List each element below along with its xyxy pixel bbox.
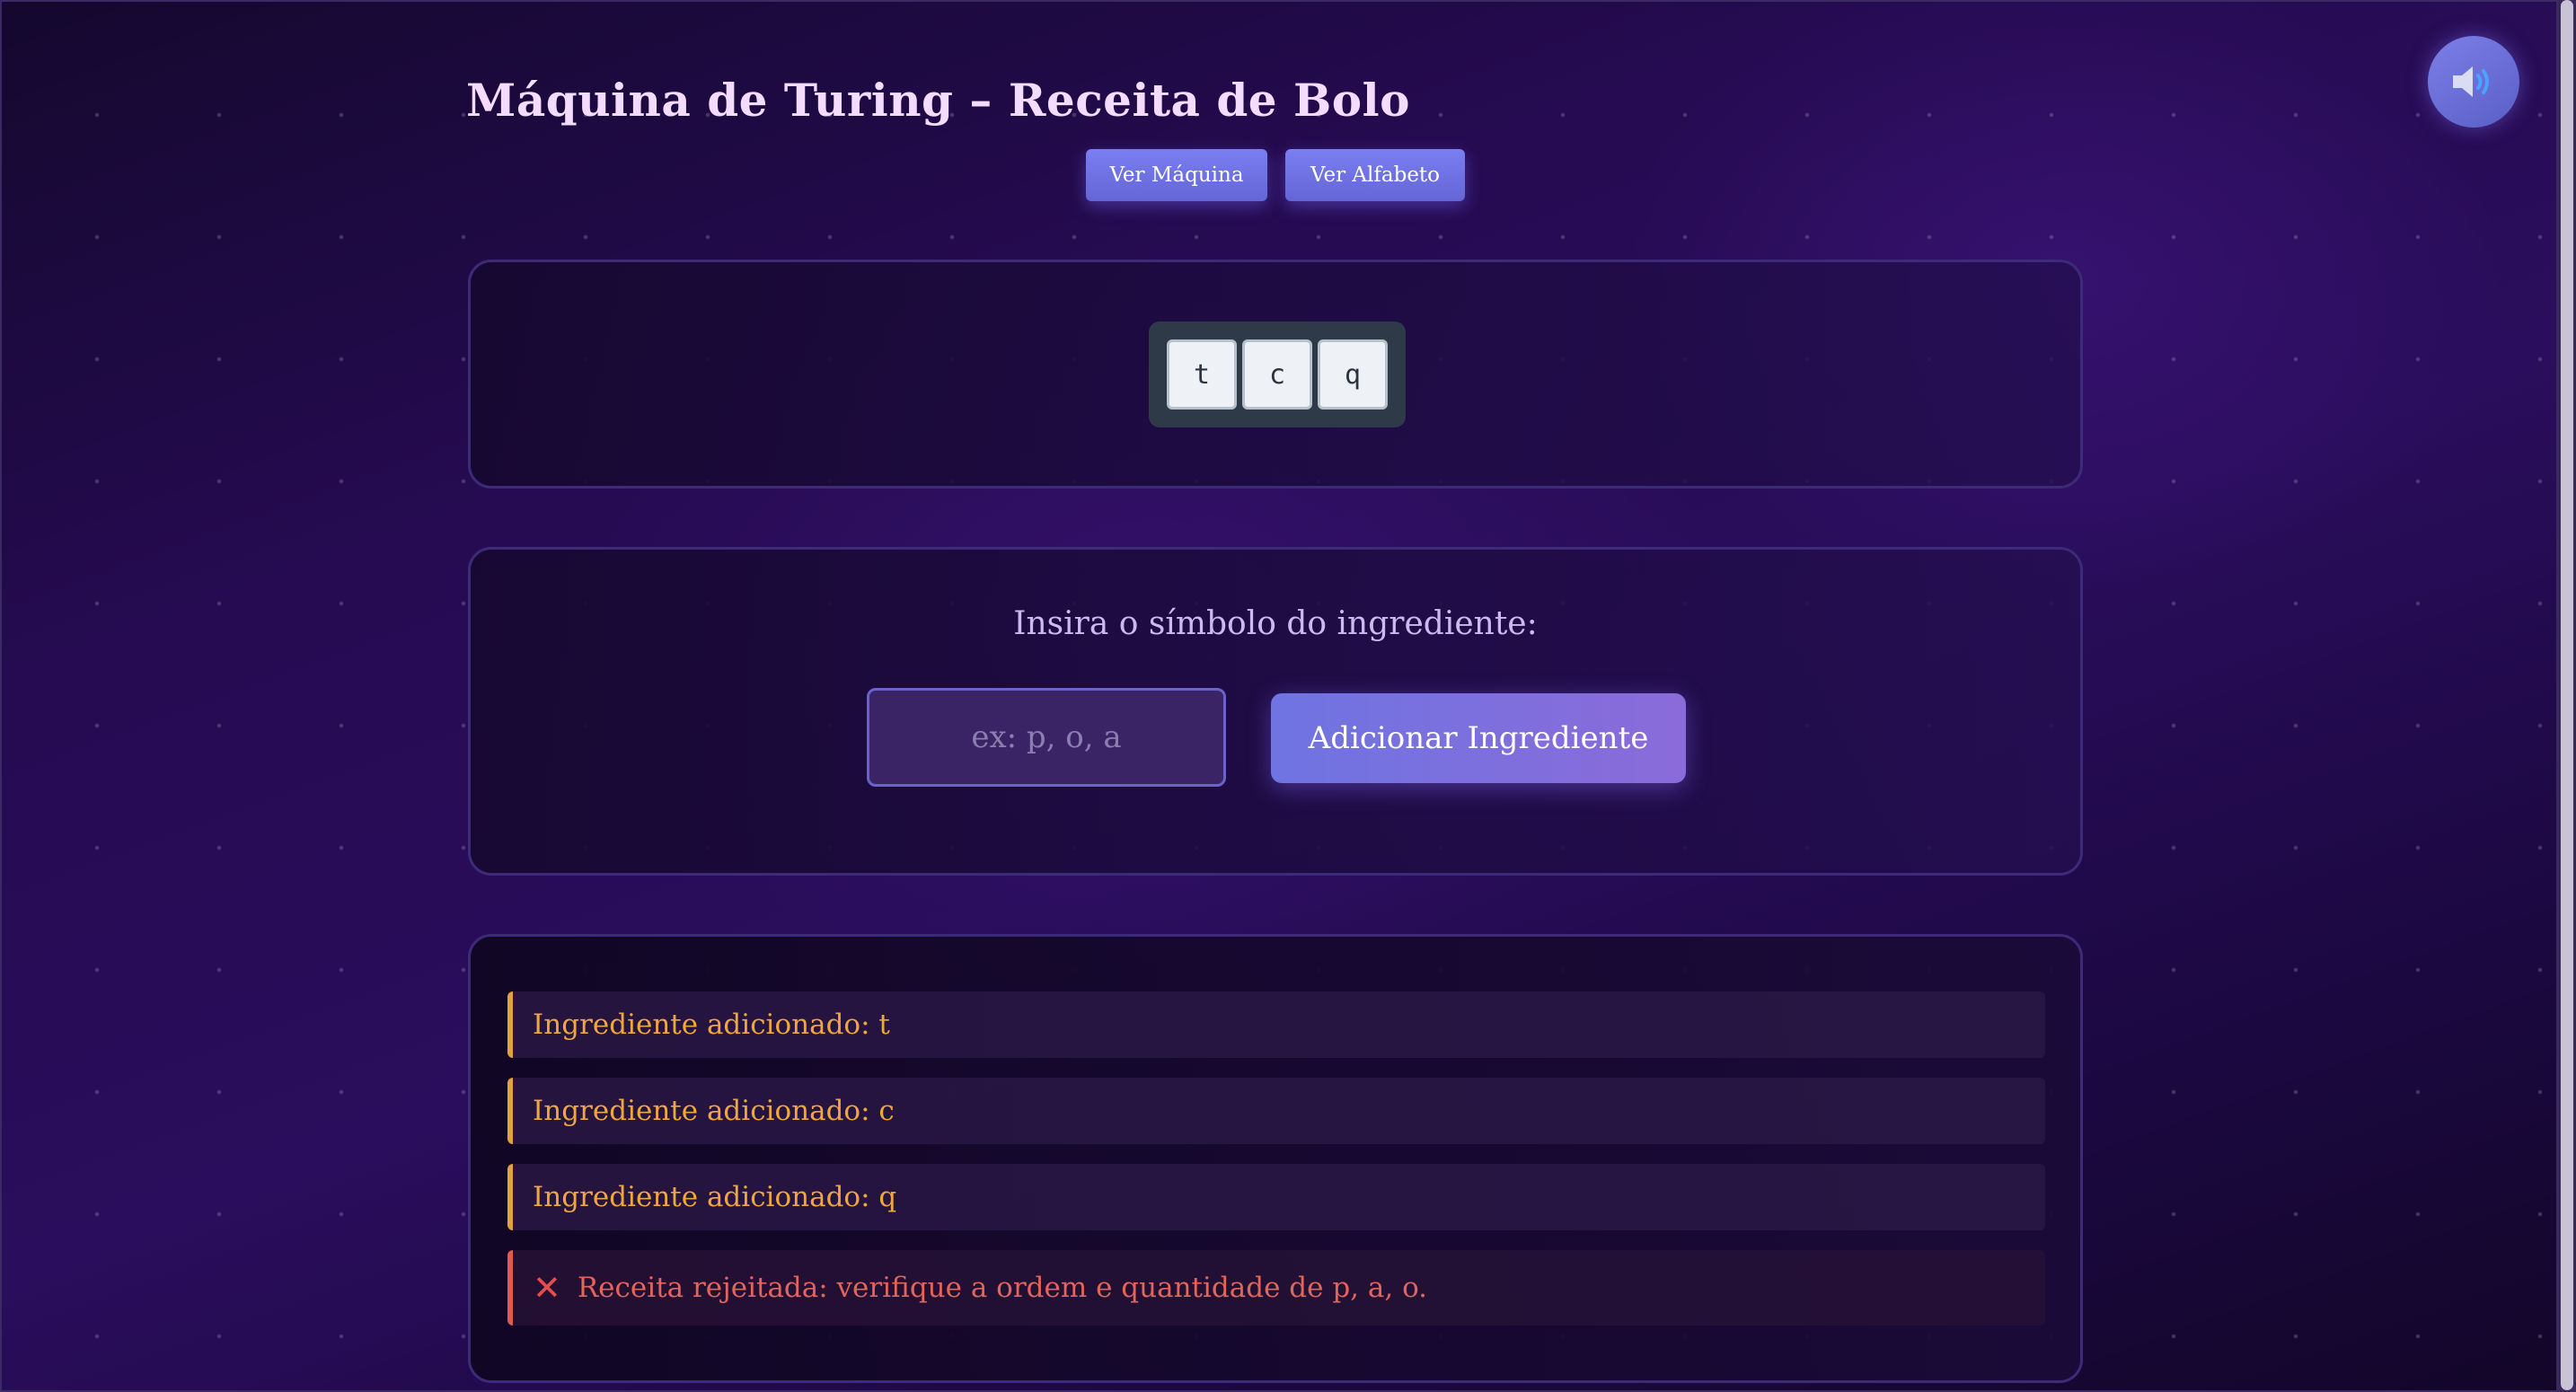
log-panel: Ingrediente adicionado: t Ingrediente ad… <box>468 934 2083 1383</box>
vertical-scrollbar[interactable] <box>2556 0 2576 1392</box>
ingredient-symbol-input[interactable] <box>867 688 1226 787</box>
log-entry: Ingrediente adicionado: c <box>507 1078 2045 1144</box>
add-ingredient-button[interactable]: Adicionar Ingrediente <box>1271 693 1686 783</box>
view-alphabet-button[interactable]: Ver Alfabeto <box>1285 149 1465 201</box>
sound-toggle-button[interactable] <box>2428 36 2519 128</box>
log-entry: Ingrediente adicionado: q <box>507 1164 2045 1230</box>
page-title: Máquina de Turing – Receita de Bolo <box>466 74 1410 127</box>
tape-cell: t <box>1167 339 1237 410</box>
tape-cell: q <box>1318 339 1388 410</box>
input-panel: Insira o símbolo do ingrediente: Adicion… <box>468 547 2083 876</box>
speaker-icon <box>2453 66 2489 97</box>
ingredient-prompt: Insira o símbolo do ingrediente: <box>1013 605 1538 642</box>
scrollbar-thumb[interactable] <box>2561 0 2573 1390</box>
tape-panel: t c q <box>468 260 2083 489</box>
error-message: Receita rejeitada: verifique a ordem e q… <box>577 1272 1428 1304</box>
turing-tape: t c q <box>1149 322 1406 427</box>
log-entry-error: ✕ Receita rejeitada: verifique a ordem e… <box>507 1250 2045 1326</box>
tape-cell: c <box>1242 339 1312 410</box>
view-machine-button[interactable]: Ver Máquina <box>1086 149 1267 201</box>
log-entry: Ingrediente adicionado: t <box>507 991 2045 1058</box>
x-mark-icon: ✕ <box>533 1268 561 1308</box>
